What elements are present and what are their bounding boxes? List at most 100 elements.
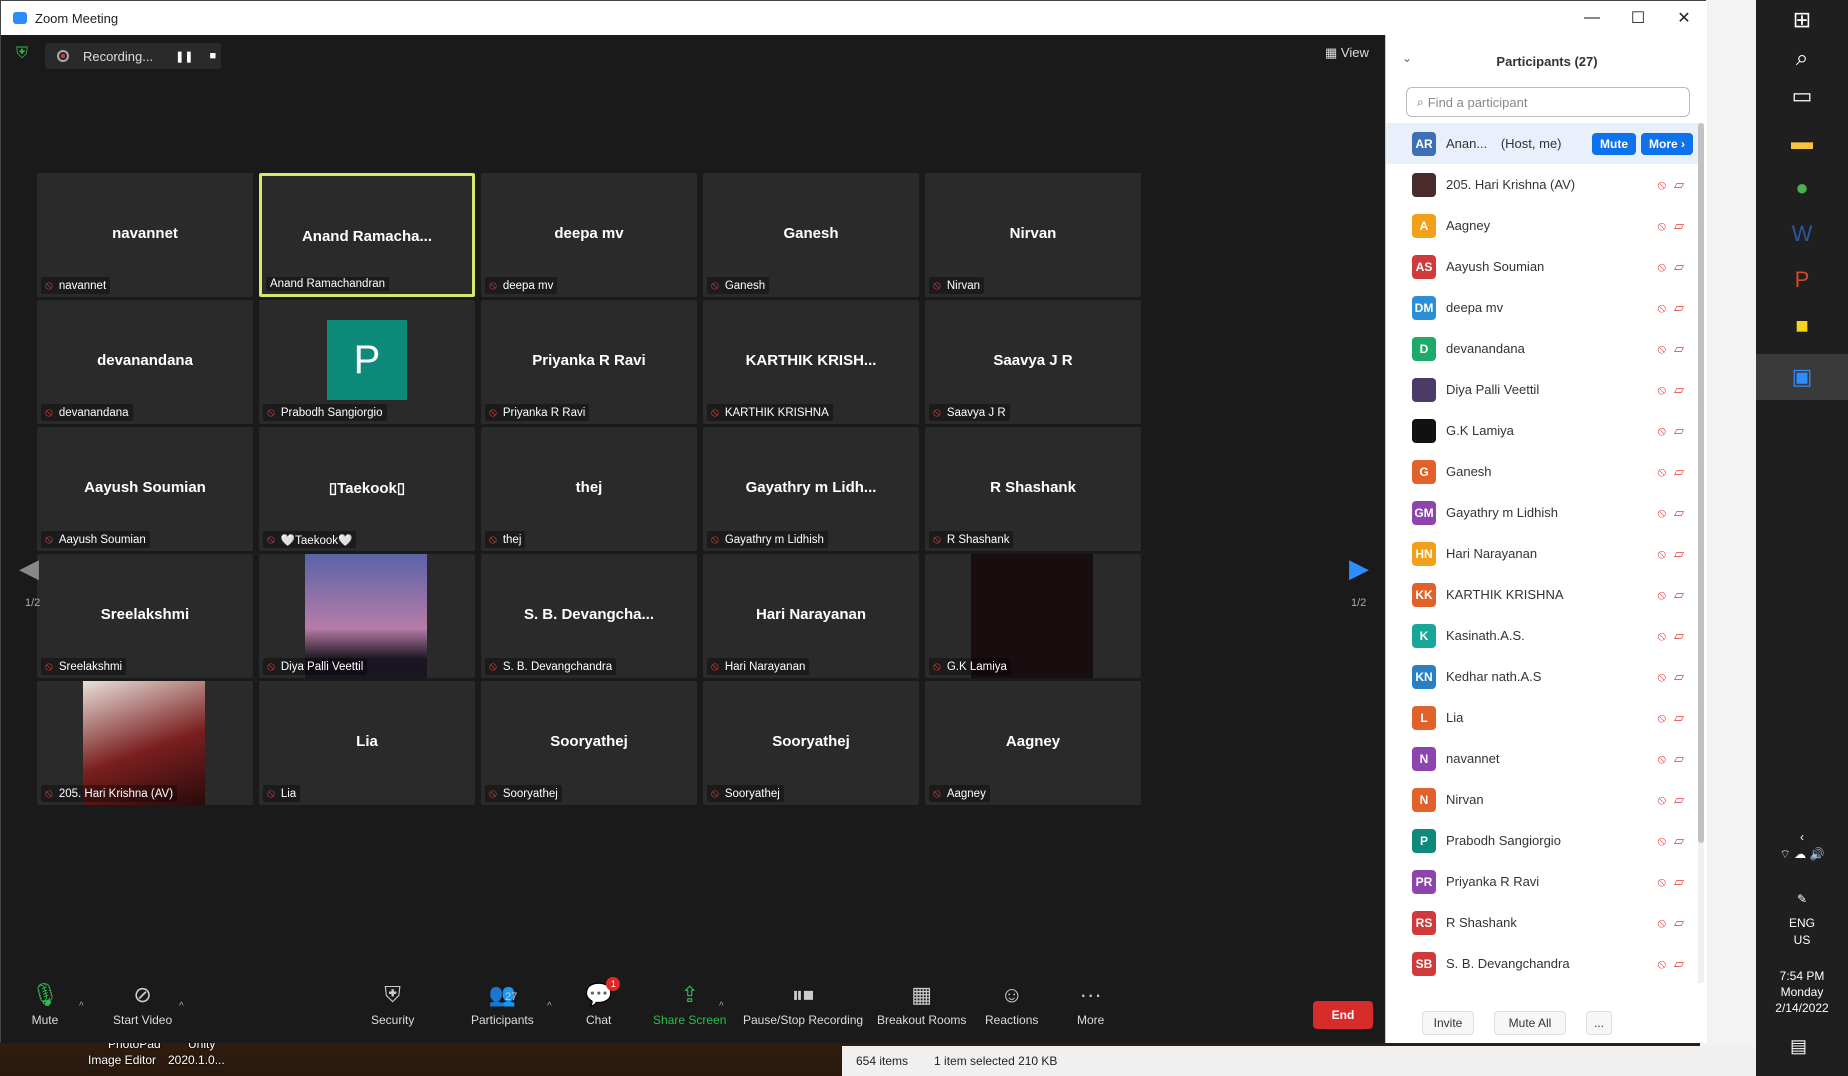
participants-button[interactable]: 👥 27 Participants [471, 981, 534, 1027]
participant-row[interactable]: 205. Hari Krishna (AV) ⦸ ▱ [1386, 164, 1698, 205]
video-tile[interactable]: Ganesh ⦸ Ganesh [703, 173, 919, 297]
share-screen-button[interactable]: ⇪ Share Screen [653, 981, 726, 1027]
participant-row[interactable]: G Ganesh ⦸ ▱ [1386, 451, 1698, 492]
pause-stop-recording-button[interactable]: ⏸⏹ Pause/Stop Recording [743, 981, 863, 1027]
desktop-icon-label[interactable]: Image Editor [88, 1052, 156, 1068]
file-explorer-icon[interactable]: ▬ [1782, 122, 1822, 162]
breakout-rooms-button[interactable]: ▦ Breakout Rooms [877, 981, 966, 1027]
participant-row[interactable]: Ddevanandana ⦸ ▱ [1386, 328, 1698, 369]
video-tile[interactable]: Sooryathej ⦸ Sooryathej [481, 681, 697, 805]
participant-row[interactable]: KN Kedhar nath.A.S ⦸ ▱ [1386, 656, 1698, 697]
maximize-button[interactable]: ☐ [1615, 1, 1661, 35]
pause-recording-icon[interactable]: ❚❚ [175, 50, 193, 63]
participant-row[interactable]: HN Hari Narayanan ⦸ ▱ [1386, 533, 1698, 574]
previous-page-icon[interactable]: ◀ [19, 553, 39, 584]
participant-row[interactable]: PR Priyanka R Ravi ⦸ ▱ [1386, 861, 1698, 902]
video-tile[interactable]: Aayush Soumian ⦸ Aayush Soumian [37, 427, 253, 551]
desktop-icon-label[interactable]: 2020.1.0... [168, 1052, 225, 1068]
participants-options-chevron-icon[interactable]: ^ [547, 1001, 552, 1012]
video-tile[interactable]: Nirvan ⦸ Nirvan [925, 173, 1141, 297]
next-page-icon[interactable]: ▶ [1349, 553, 1369, 584]
show-hidden-icons-icon[interactable]: ‹ [1756, 830, 1848, 844]
participant-row[interactable]: AS Aayush Soumian ⦸ ▱ [1386, 246, 1698, 287]
reactions-button[interactable]: ☺ Reactions [985, 981, 1038, 1027]
video-tile[interactable]: KARTHIK KRISH... ⦸ KARTHIK KRISHNA [703, 300, 919, 424]
participant-list-scrollbar[interactable] [1698, 123, 1704, 983]
participant-row[interactable]: KK KARTHIK KRISHNA ⦸ ▱ [1386, 574, 1698, 615]
tile-display-name: R Shashank [990, 479, 1076, 496]
video-tile[interactable]: Sooryathej ⦸ Sooryathej [703, 681, 919, 805]
video-tile[interactable]: P ⦸ Prabodh Sangiorgio [259, 300, 475, 424]
encryption-shield-icon[interactable]: ⛨ [16, 46, 32, 62]
mute-button[interactable]: 🎙 Mute [31, 981, 59, 1027]
participant-avatar: P [327, 320, 407, 400]
video-off-icon: ▱ [1674, 545, 1684, 561]
input-region[interactable]: US [1756, 933, 1848, 947]
video-tile[interactable]: ⦸ Diya Palli Veettil [259, 554, 475, 678]
stop-recording-icon[interactable]: ■ [210, 50, 217, 62]
video-tile[interactable]: devanandana ⦸ devanandana [37, 300, 253, 424]
mute-all-button[interactable]: Mute All [1494, 1011, 1566, 1035]
notification-center-icon[interactable]: ▤ [1790, 1036, 1807, 1057]
chat-button[interactable]: 💬 1 Chat [585, 977, 621, 1027]
word-icon[interactable]: W [1782, 214, 1822, 254]
participant-row[interactable]: G.K Lamiya ⦸ ▱ [1386, 410, 1698, 451]
participant-row[interactable]: L Lia ⦸ ▱ [1386, 697, 1698, 738]
search-icon[interactable]: ⌕ [1782, 38, 1822, 78]
start-video-button[interactable]: ⊘ Start Video [113, 981, 172, 1027]
video-tile[interactable]: S. B. Devangcha... ⦸ S. B. Devangchandra [481, 554, 697, 678]
zoom-taskbar-icon[interactable]: ▣ [1756, 354, 1848, 400]
network-icon[interactable]: ⌔ ☁ 🔊 [1756, 847, 1848, 862]
video-tile[interactable]: deepa mv ⦸ deepa mv [481, 173, 697, 297]
system-clock[interactable]: 7:54 PM Monday 2/14/2022 [1756, 968, 1848, 1016]
pen-icon[interactable]: ✎ [1756, 892, 1848, 906]
participant-row[interactable]: P Prabodh Sangiorgio ⦸ ▱ [1386, 820, 1698, 861]
video-tile[interactable]: ⦸ 205. Hari Krishna (AV) [37, 681, 253, 805]
video-tile[interactable]: Lia ⦸ Lia [259, 681, 475, 805]
video-tile[interactable]: Priyanka R Ravi ⦸ Priyanka R Ravi [481, 300, 697, 424]
invite-button[interactable]: Invite [1422, 1011, 1474, 1035]
scrollbar-thumb[interactable] [1698, 123, 1704, 843]
powerpoint-icon[interactable]: P [1782, 260, 1822, 300]
participant-row[interactable]: A Aagney ⦸ ▱ [1386, 205, 1698, 246]
task-view-icon[interactable]: ▭ [1782, 76, 1822, 116]
participant-row[interactable]: RS R Shashank ⦸ ▱ [1386, 902, 1698, 943]
video-off-icon: ▱ [1674, 299, 1684, 315]
participant-search-input[interactable]: ⌕ Find a participant [1406, 87, 1690, 117]
chrome-icon[interactable]: ● [1782, 168, 1822, 208]
participant-row[interactable]: GM Gayathry m Lidhish ⦸ ▱ [1386, 492, 1698, 533]
participant-row[interactable]: N Nirvan ⦸ ▱ [1386, 779, 1698, 820]
participant-row[interactable]: DM deepa mv ⦸ ▱ [1386, 287, 1698, 328]
host-more-button[interactable]: More › [1641, 132, 1693, 155]
more-button[interactable]: ··· More [1077, 981, 1104, 1027]
video-tile[interactable]: Anand Ramacha... Anand Ramachandran [259, 173, 475, 297]
close-button[interactable]: ✕ [1661, 1, 1707, 35]
participant-row-host[interactable]: AR Anan... (Host, me) Mute More › [1386, 123, 1698, 164]
participant-row[interactable]: Diya Palli Veettil ⦸ ▱ [1386, 369, 1698, 410]
video-tile[interactable]: navannet ⦸ navannet [37, 173, 253, 297]
video-tile[interactable]: Saavya J R ⦸ Saavya J R [925, 300, 1141, 424]
video-tile[interactable]: ▯Taekook▯ ⦸ 🤍Taekook🤍 [259, 427, 475, 551]
participant-row[interactable]: K Kasinath.A.S. ⦸ ▱ [1386, 615, 1698, 656]
windows-start-icon[interactable]: ⊞ [1782, 0, 1822, 40]
share-options-chevron-icon[interactable]: ^ [719, 1001, 724, 1012]
security-button[interactable]: ⛨ Security [371, 981, 414, 1027]
video-tile[interactable]: thej ⦸ thej [481, 427, 697, 551]
video-tile[interactable]: Aagney ⦸ Aagney [925, 681, 1141, 805]
input-language[interactable]: ENG [1756, 916, 1848, 930]
end-meeting-button[interactable]: End [1313, 1001, 1373, 1029]
view-button[interactable]: ▦ View [1325, 45, 1369, 61]
audio-options-chevron-icon[interactable]: ^ [79, 1001, 84, 1012]
video-tile[interactable]: R Shashank ⦸ R Shashank [925, 427, 1141, 551]
video-options-chevron-icon[interactable]: ^ [179, 1001, 184, 1012]
minimize-button[interactable]: — [1569, 1, 1615, 35]
video-tile[interactable]: Hari Narayanan ⦸ Hari Narayanan [703, 554, 919, 678]
panel-more-button[interactable]: ... [1586, 1011, 1612, 1035]
video-tile[interactable]: Gayathry m Lidh... ⦸ Gayathry m Lidhish [703, 427, 919, 551]
participant-row[interactable]: Nnavannet ⦸ ▱ [1386, 738, 1698, 779]
host-mute-button[interactable]: Mute [1592, 132, 1636, 155]
video-tile[interactable]: ⦸ G.K Lamiya [925, 554, 1141, 678]
video-tile[interactable]: Sreelakshmi ⦸ Sreelakshmi [37, 554, 253, 678]
sticky-notes-icon[interactable]: ■ [1782, 306, 1822, 346]
participant-row[interactable]: SB S. B. Devangchandra ⦸ ▱ [1386, 943, 1698, 984]
